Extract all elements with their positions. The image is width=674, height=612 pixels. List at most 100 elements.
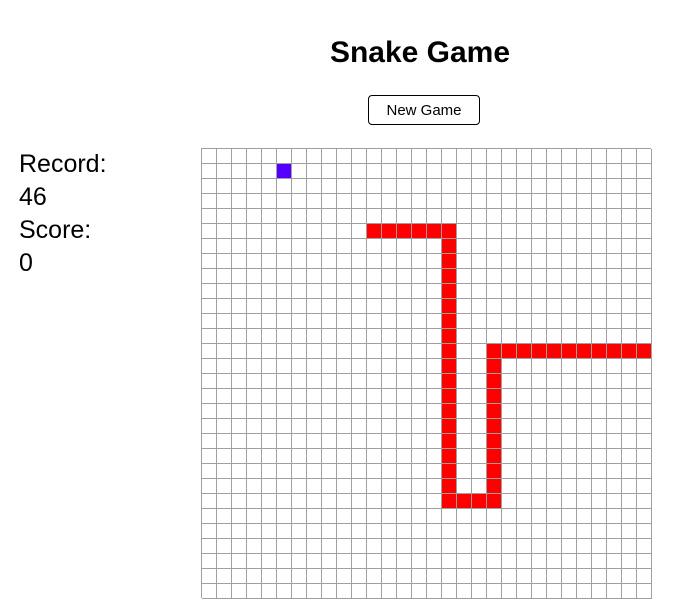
grid-cell	[592, 359, 607, 374]
grid-cell	[607, 299, 622, 314]
grid-cell	[502, 329, 517, 344]
grid-cell	[622, 224, 637, 239]
grid-cell	[577, 524, 592, 539]
grid-cell	[217, 299, 232, 314]
grid-cell	[307, 509, 322, 524]
grid-cell	[547, 509, 562, 524]
grid-cell	[532, 314, 547, 329]
grid-cell	[217, 449, 232, 464]
grid-cell	[292, 374, 307, 389]
grid-cell	[487, 149, 502, 164]
grid-cell	[607, 539, 622, 554]
grid-cell	[322, 509, 337, 524]
grid-cell	[442, 509, 457, 524]
grid-cell	[382, 389, 397, 404]
grid-cell	[412, 584, 427, 599]
grid-cell	[637, 359, 652, 374]
grid-cell	[637, 149, 652, 164]
grid-cell	[217, 179, 232, 194]
grid-cell	[232, 209, 247, 224]
grid-cell	[322, 254, 337, 269]
grid-cell	[247, 254, 262, 269]
grid-cell	[592, 179, 607, 194]
grid-cell	[262, 389, 277, 404]
grid-cell	[307, 209, 322, 224]
grid-cell	[502, 584, 517, 599]
grid-cell	[307, 179, 322, 194]
grid-cell	[322, 569, 337, 584]
grid-cell	[487, 284, 502, 299]
grid-cell	[607, 464, 622, 479]
grid-cell	[562, 239, 577, 254]
grid-cell	[532, 209, 547, 224]
grid-cell	[202, 359, 217, 374]
game-board[interactable]	[201, 148, 652, 599]
grid-cell	[637, 434, 652, 449]
grid-cell	[367, 404, 382, 419]
grid-cell	[547, 374, 562, 389]
grid-cell	[217, 239, 232, 254]
grid-cell	[337, 449, 352, 464]
grid-cell	[202, 164, 217, 179]
grid-cell	[487, 179, 502, 194]
grid-cell	[517, 164, 532, 179]
grid-cell	[307, 404, 322, 419]
grid-cell	[547, 404, 562, 419]
grid-cell	[322, 149, 337, 164]
grid-cell	[622, 539, 637, 554]
grid-cell	[562, 194, 577, 209]
grid-cell	[397, 404, 412, 419]
grid-cell	[472, 269, 487, 284]
grid-cell	[367, 464, 382, 479]
grid-cell	[607, 524, 622, 539]
grid-cell	[637, 569, 652, 584]
grid-cell	[502, 554, 517, 569]
grid-cell	[307, 539, 322, 554]
grid-cell	[202, 329, 217, 344]
grid-cell	[457, 164, 472, 179]
grid-cell	[337, 194, 352, 209]
grid-cell	[517, 269, 532, 284]
new-game-button[interactable]: New Game	[368, 95, 480, 125]
grid-cell	[367, 239, 382, 254]
grid-cell	[367, 284, 382, 299]
grid-cell	[577, 209, 592, 224]
grid-cell	[637, 254, 652, 269]
grid-cell	[232, 404, 247, 419]
grid-cell	[277, 374, 292, 389]
grid-cell	[382, 494, 397, 509]
grid-cell	[547, 209, 562, 224]
grid-cell	[307, 479, 322, 494]
grid-cell	[337, 299, 352, 314]
snake-segment	[442, 224, 457, 239]
grid-cell	[607, 164, 622, 179]
grid-cell	[397, 269, 412, 284]
snake-segment	[472, 494, 487, 509]
grid-cell	[337, 509, 352, 524]
grid-cell	[292, 269, 307, 284]
grid-cell	[607, 359, 622, 374]
grid-cell	[352, 284, 367, 299]
grid-cell	[487, 224, 502, 239]
grid-cell	[622, 554, 637, 569]
grid-cell	[367, 524, 382, 539]
grid-cell	[247, 164, 262, 179]
grid-cell	[412, 209, 427, 224]
grid-cell	[637, 404, 652, 419]
grid-cell	[412, 539, 427, 554]
grid-cell	[262, 209, 277, 224]
grid-cell	[427, 179, 442, 194]
grid-cell	[337, 284, 352, 299]
snake-segment	[382, 224, 397, 239]
grid-cell	[472, 419, 487, 434]
grid-cell	[202, 494, 217, 509]
grid-cell	[502, 284, 517, 299]
grid-cell	[217, 464, 232, 479]
grid-cell	[397, 509, 412, 524]
grid-cell	[562, 224, 577, 239]
grid-cell	[292, 464, 307, 479]
grid-cell	[397, 359, 412, 374]
grid-cell	[532, 179, 547, 194]
grid-cell	[622, 329, 637, 344]
grid-cell	[277, 224, 292, 239]
